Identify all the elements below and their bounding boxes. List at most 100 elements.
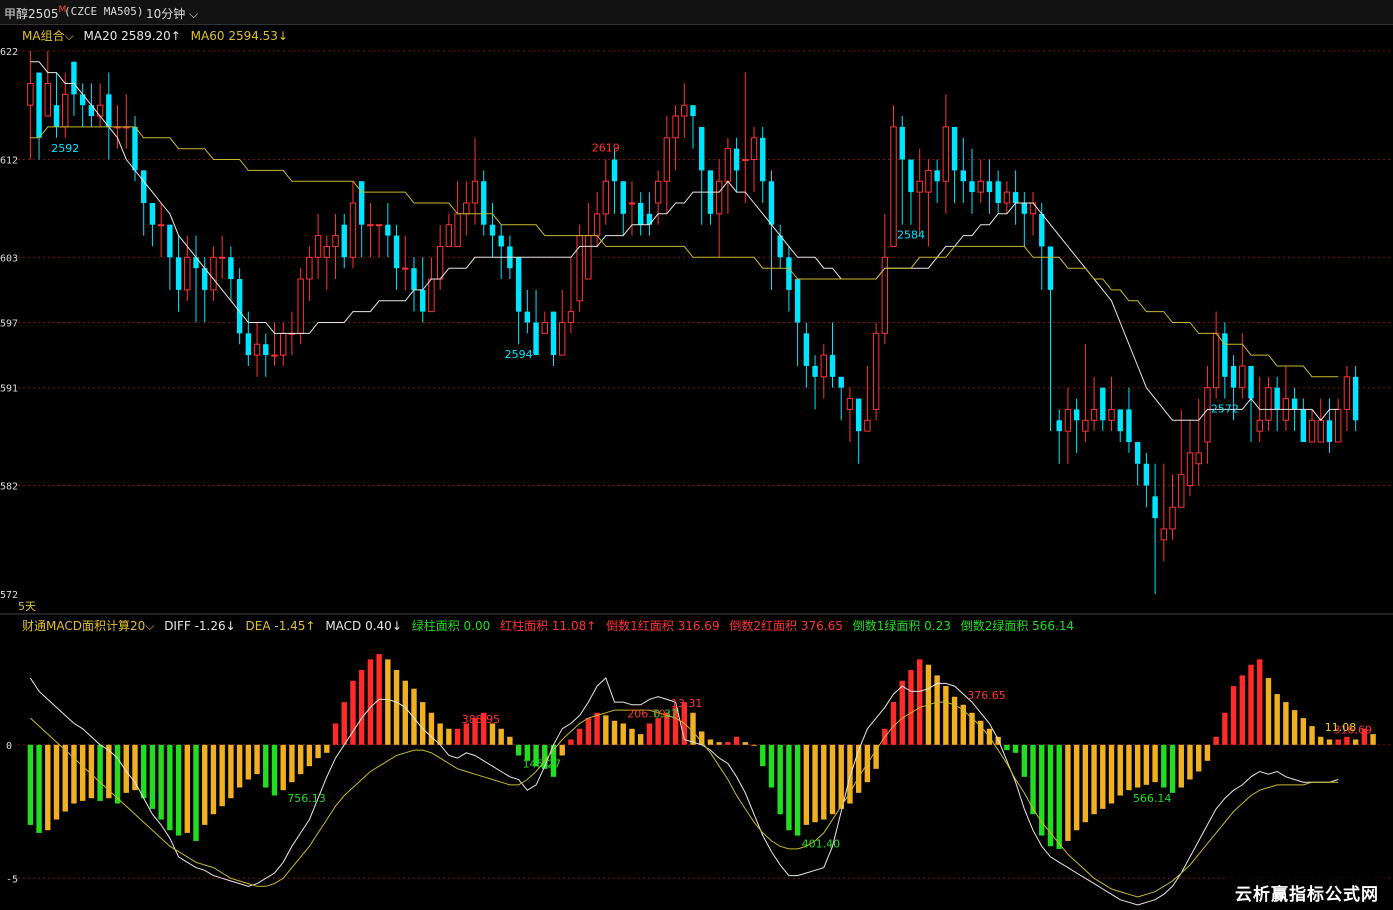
macd-bar	[193, 744, 199, 841]
macd-bar	[315, 744, 321, 759]
candle-body	[1160, 528, 1168, 541]
macd-bar	[454, 728, 461, 745]
candle-body	[1230, 365, 1237, 388]
red2-area-value: 倒数2红面积 376.65	[729, 619, 843, 633]
candle-body	[602, 180, 610, 215]
macd-bar	[890, 702, 897, 745]
y-tick-label: 0	[6, 741, 12, 752]
candle-body	[1212, 332, 1220, 389]
macd-bar	[219, 744, 225, 807]
candle-body	[611, 159, 618, 182]
macd-bar	[1065, 744, 1071, 841]
candle-body	[184, 256, 191, 291]
candle-body	[1134, 442, 1141, 464]
candle-body	[829, 355, 836, 377]
candle-body	[812, 365, 818, 377]
candle-body	[53, 105, 60, 127]
candle-body	[420, 289, 426, 312]
macd-bar	[507, 736, 513, 745]
grid-lines	[0, 50, 1393, 879]
macd-bar	[306, 744, 313, 767]
macd-area-label: 401.40	[802, 838, 841, 851]
macd-bar	[97, 744, 103, 801]
candle-body	[733, 148, 740, 171]
candle-body	[541, 322, 548, 334]
candle-body	[1003, 191, 1011, 204]
macd-bar	[1108, 744, 1115, 804]
price-extreme-label: 2584	[897, 229, 925, 242]
macd-bar	[27, 744, 34, 825]
candle-body	[385, 224, 391, 236]
candle-body	[27, 82, 34, 106]
instrument-name[interactable]: 甲醇2505M	[4, 5, 66, 22]
macd-bar	[297, 744, 304, 775]
macd-bar	[1300, 718, 1307, 745]
candle-body	[245, 333, 252, 356]
macd-bar	[1030, 744, 1036, 815]
macd-bar	[175, 744, 182, 836]
candle-body	[794, 279, 801, 323]
green-area-value: 绿柱面积 0.00	[411, 619, 491, 633]
candle-body	[1143, 463, 1150, 486]
candle-body	[585, 235, 592, 280]
macd-bar	[1082, 744, 1089, 823]
candle-body	[210, 256, 217, 291]
candle-body	[576, 235, 583, 302]
macd-bar	[289, 744, 295, 783]
macd-bar	[1326, 739, 1333, 745]
macd-bar	[1213, 736, 1219, 745]
y-tick-label: -5	[6, 874, 18, 885]
candle-body	[916, 180, 923, 193]
candle-body	[803, 333, 810, 366]
macd-bar	[855, 744, 862, 793]
macd-bar	[1291, 710, 1298, 745]
candle-body	[1256, 419, 1263, 432]
candle-body	[1012, 192, 1019, 203]
price-extreme-label: 2619	[592, 142, 620, 155]
chevron-down-icon: ⌵	[189, 7, 199, 21]
candle-body	[524, 311, 531, 323]
candle-body	[715, 180, 723, 215]
candle-body	[1117, 409, 1123, 432]
macd-bar	[411, 688, 417, 745]
candle-body	[1039, 213, 1045, 247]
candle-body	[1248, 365, 1254, 399]
candle-body	[969, 181, 975, 193]
macd-bar	[245, 744, 252, 780]
candle-body	[777, 235, 783, 258]
candle-body	[654, 180, 662, 204]
macd-bar	[228, 744, 234, 799]
candle-body	[855, 398, 862, 432]
candle-body	[271, 354, 278, 357]
macd-bar	[1073, 744, 1080, 831]
red1-area-value: 倒数1红面积 316.69	[606, 619, 720, 633]
price-extreme-label: 2592	[51, 142, 79, 155]
ma-group-selector[interactable]: MA组合⌵	[22, 29, 74, 43]
macd-bar	[1169, 744, 1176, 793]
candle-body	[699, 126, 705, 171]
period-selector[interactable]: 10分钟 ⌵	[146, 5, 198, 22]
candle-body	[36, 72, 42, 138]
macd-bar	[1352, 739, 1359, 745]
macd-bar	[1126, 744, 1132, 791]
macd-bar	[934, 675, 940, 745]
candle-body	[663, 137, 671, 182]
kline-chart[interactable]: 25922594261925842572 756.13388.95145.272…	[0, 0, 1393, 910]
macd-area-label: 566.14	[1133, 792, 1172, 805]
macd-bar	[1309, 726, 1315, 745]
macd-bar	[184, 744, 191, 833]
macd-bar	[1265, 678, 1272, 745]
macd-bar	[742, 742, 749, 745]
macd-bar	[79, 744, 86, 801]
macd-bar	[916, 659, 923, 745]
candle-body	[1064, 408, 1072, 432]
macd-bar	[1143, 744, 1150, 785]
macd-indicator-selector[interactable]: 财通MACD面积计算20⌵	[22, 619, 154, 633]
candle-body	[463, 202, 470, 215]
candle-body	[559, 322, 566, 356]
candle-body	[445, 224, 453, 247]
macd-bar	[908, 670, 914, 745]
macd-bar	[271, 744, 278, 796]
candle-body	[690, 105, 696, 117]
candle-body	[280, 332, 287, 356]
